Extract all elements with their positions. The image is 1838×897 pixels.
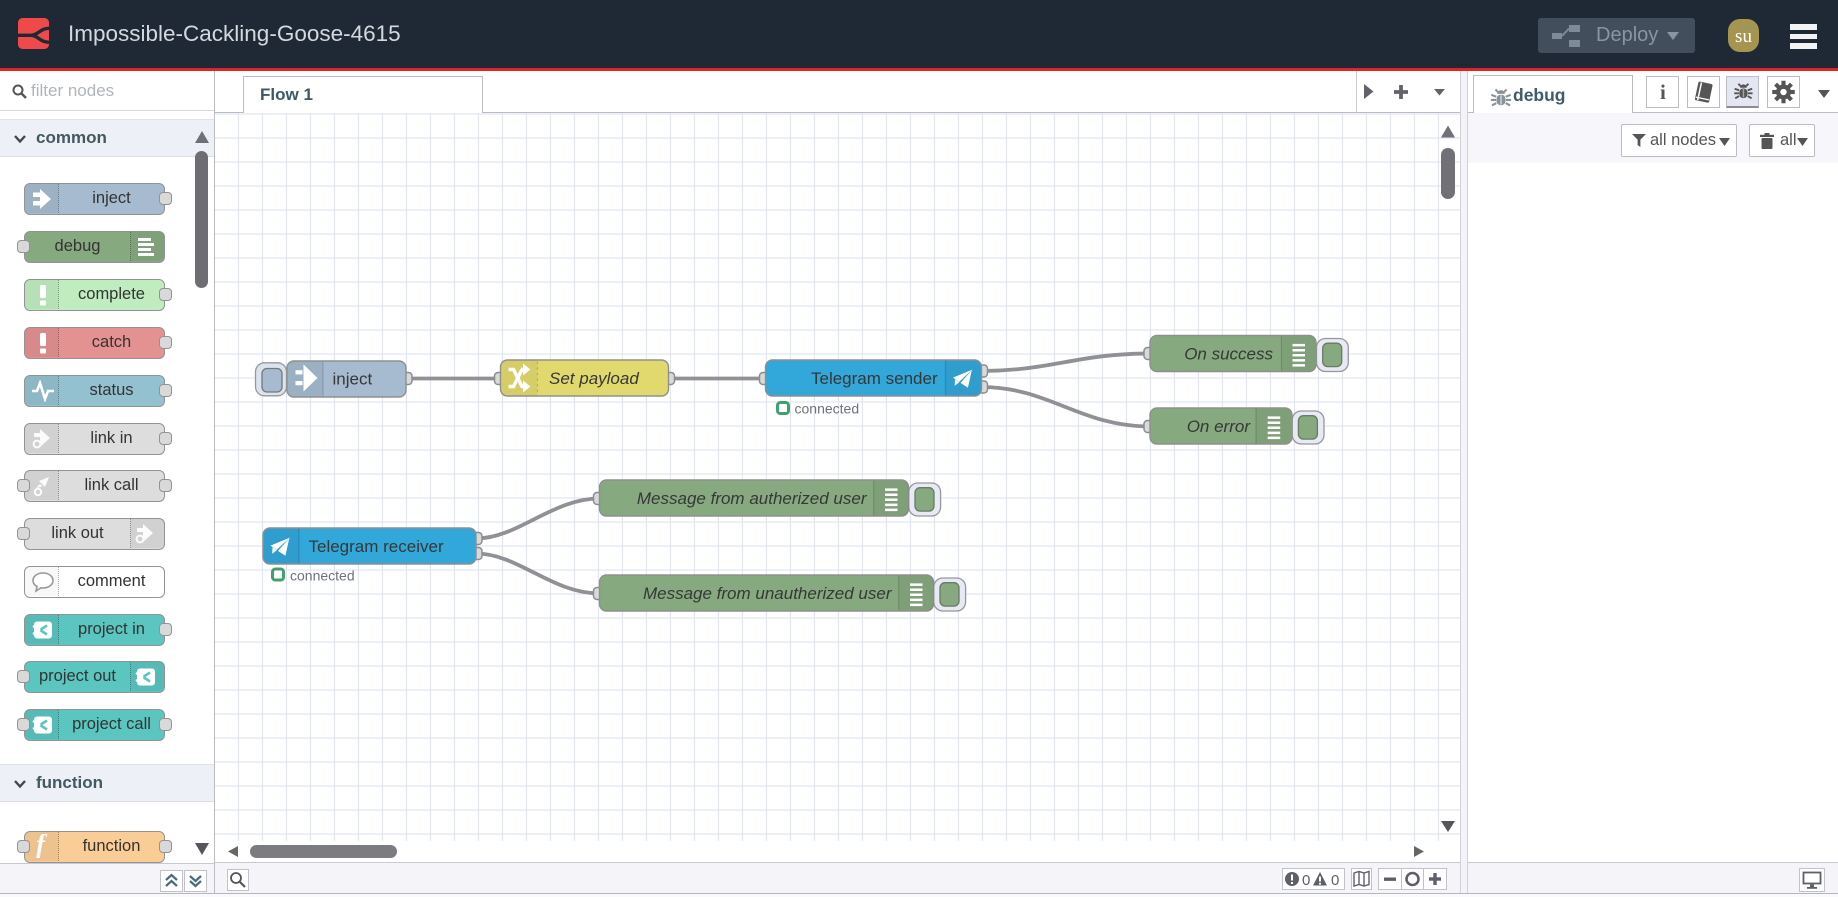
svg-text:Telegram sender: Telegram sender	[811, 369, 938, 388]
svg-text:connected: connected	[290, 568, 355, 584]
svg-text:0: 0	[1302, 872, 1310, 889]
svg-text:On error: On error	[1187, 417, 1252, 436]
svg-text:Message from autherized user: Message from autherized user	[637, 489, 868, 508]
svg-text:inject: inject	[333, 370, 373, 389]
svg-text:f: f	[36, 834, 48, 858]
svg-text:On success: On success	[1184, 345, 1273, 364]
svg-text:Telegram receiver: Telegram receiver	[309, 537, 444, 556]
svg-text:Set payload: Set payload	[549, 369, 639, 388]
svg-text:Message from unautherized user: Message from unautherized user	[643, 584, 893, 603]
svg-text:connected: connected	[795, 401, 860, 417]
svg-text:0: 0	[1331, 872, 1339, 889]
svg-text:i: i	[1660, 80, 1666, 104]
